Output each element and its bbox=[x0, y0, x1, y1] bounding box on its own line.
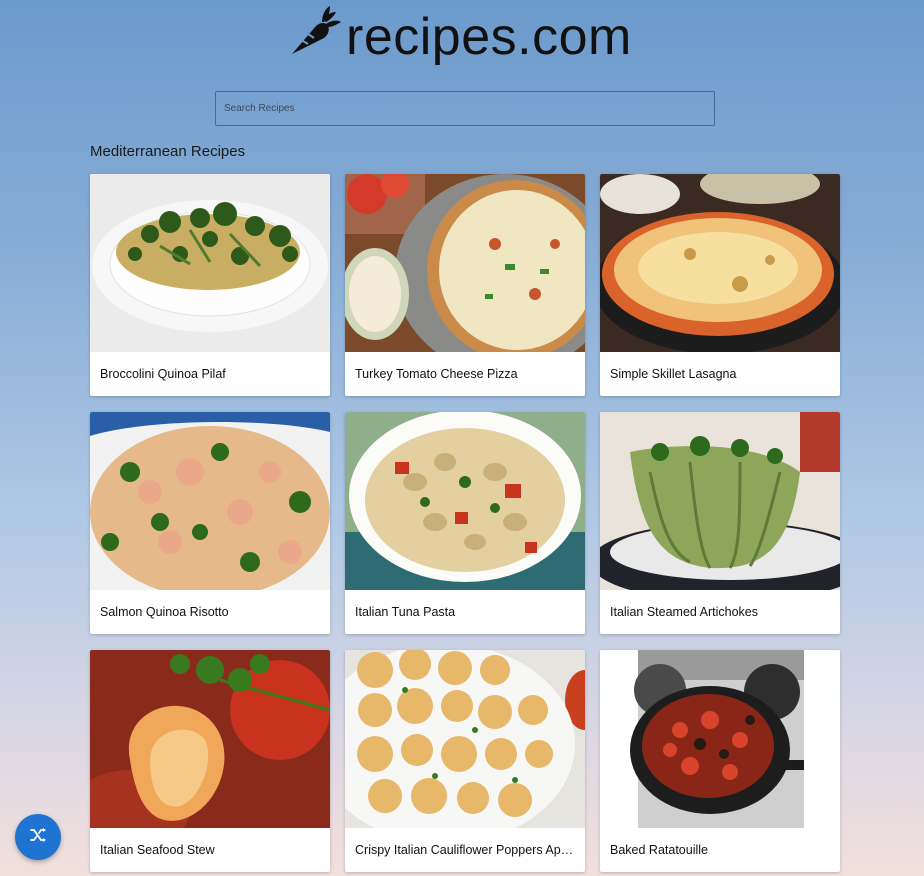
shuffle-icon bbox=[29, 826, 47, 849]
skillet-lasagna-photo[interactable] bbox=[600, 174, 840, 352]
recipe-title[interactable]: Turkey Tomato Cheese Pizza bbox=[345, 352, 585, 396]
section-title: Mediterranean Recipes bbox=[90, 143, 246, 160]
ratatouille-photo[interactable] bbox=[600, 650, 840, 828]
recipe-title[interactable]: Italian Seafood Stew bbox=[90, 828, 330, 872]
search-input[interactable] bbox=[216, 92, 714, 125]
artichoke-photo[interactable] bbox=[600, 412, 840, 590]
recipe-card[interactable]: Baked Ratatouille bbox=[600, 650, 840, 872]
recipe-grid: Broccolini Quinoa Pilaf Turkey Tomato Ch… bbox=[90, 174, 840, 872]
recipe-card[interactable]: Italian Seafood Stew bbox=[90, 650, 330, 872]
salmon-quinoa-photo[interactable] bbox=[90, 412, 330, 590]
recipe-card[interactable]: Simple Skillet Lasagna bbox=[600, 174, 840, 396]
search-box[interactable] bbox=[215, 91, 715, 126]
recipe-card[interactable]: Italian Tuna Pasta bbox=[345, 412, 585, 634]
site-title[interactable]: recipes.com bbox=[346, 6, 632, 68]
recipe-title[interactable]: Italian Steamed Artichokes bbox=[600, 590, 840, 634]
header: recipes.com bbox=[0, 0, 924, 80]
recipe-card[interactable]: Crispy Italian Cauliflower Poppers Appet… bbox=[345, 650, 585, 872]
pizza-photo[interactable] bbox=[345, 174, 585, 352]
recipe-title[interactable]: Broccolini Quinoa Pilaf bbox=[90, 352, 330, 396]
recipe-card[interactable]: Salmon Quinoa Risotto bbox=[90, 412, 330, 634]
seafood-stew-photo[interactable] bbox=[90, 650, 330, 828]
carrot-icon[interactable] bbox=[286, 4, 342, 60]
recipe-card[interactable]: Turkey Tomato Cheese Pizza bbox=[345, 174, 585, 396]
recipe-title[interactable]: Italian Tuna Pasta bbox=[345, 590, 585, 634]
cauliflower-poppers-photo[interactable] bbox=[345, 650, 585, 828]
recipe-title[interactable]: Salmon Quinoa Risotto bbox=[90, 590, 330, 634]
recipe-title[interactable]: Crispy Italian Cauliflower Poppers Appet… bbox=[345, 828, 585, 872]
recipe-title[interactable]: Simple Skillet Lasagna bbox=[600, 352, 840, 396]
quinoa-broccolini-photo[interactable] bbox=[90, 174, 330, 352]
recipe-card[interactable]: Broccolini Quinoa Pilaf bbox=[90, 174, 330, 396]
recipe-card[interactable]: Italian Steamed Artichokes bbox=[600, 412, 840, 634]
tuna-pasta-photo[interactable] bbox=[345, 412, 585, 590]
shuffle-button[interactable] bbox=[15, 814, 61, 860]
recipe-title[interactable]: Baked Ratatouille bbox=[600, 828, 840, 872]
